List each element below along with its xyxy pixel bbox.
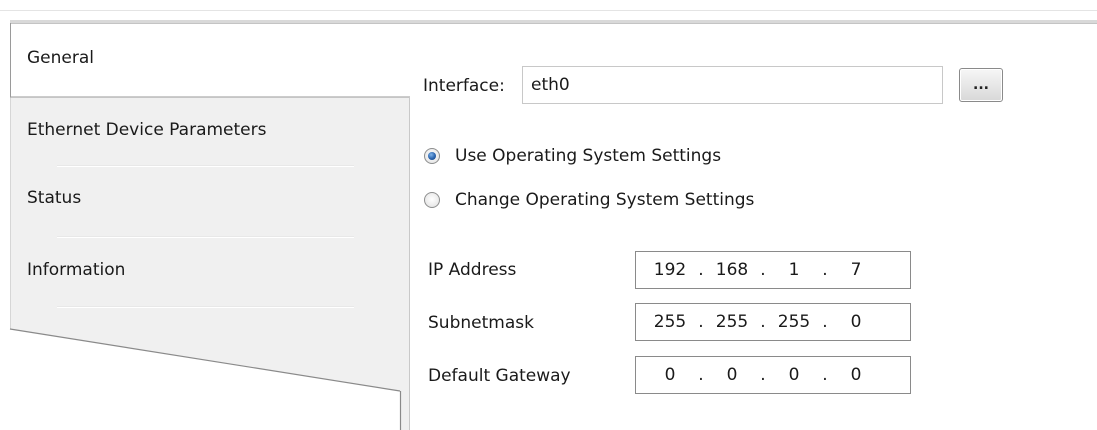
default-gateway-octet-2[interactable]: 0 bbox=[708, 365, 756, 385]
octet-separator: . bbox=[760, 260, 766, 280]
tab-ethernet-device-parameters[interactable]: Ethernet Device Parameters bbox=[27, 115, 266, 145]
subnetmask-label: Subnetmask bbox=[428, 313, 534, 333]
octet-separator: . bbox=[822, 312, 828, 332]
octet-separator: . bbox=[822, 365, 828, 385]
browse-interface-button[interactable]: ... bbox=[959, 68, 1003, 102]
default-gateway-octet-4[interactable]: 0 bbox=[832, 365, 880, 385]
use-os-settings-label: Use Operating System Settings bbox=[455, 146, 722, 166]
subnetmask-octet-2[interactable]: 255 bbox=[708, 312, 756, 332]
octet-separator: . bbox=[760, 365, 766, 385]
tab-status[interactable]: Status bbox=[27, 183, 81, 213]
ip-address-label: IP Address bbox=[428, 260, 517, 280]
default-gateway-input[interactable]: 0 . 0 . 0 . 0 bbox=[635, 356, 911, 394]
octet-separator: . bbox=[760, 312, 766, 332]
radio-button-unselected[interactable] bbox=[424, 192, 440, 208]
change-os-settings-option[interactable]: Change Operating System Settings bbox=[424, 185, 754, 215]
octet-separator: . bbox=[698, 365, 704, 385]
tab-information[interactable]: Information bbox=[27, 255, 125, 285]
radio-button-selected[interactable] bbox=[424, 148, 440, 164]
octet-separator: . bbox=[698, 312, 704, 332]
subnetmask-input[interactable]: 255 . 255 . 255 . 0 bbox=[635, 303, 911, 341]
default-gateway-octet-1[interactable]: 0 bbox=[646, 365, 694, 385]
tab-divider bbox=[57, 306, 354, 308]
default-gateway-octet-3[interactable]: 0 bbox=[770, 365, 818, 385]
use-os-settings-option[interactable]: Use Operating System Settings bbox=[424, 141, 721, 171]
change-os-settings-label: Change Operating System Settings bbox=[455, 190, 755, 210]
interface-label: Interface: bbox=[423, 76, 505, 96]
octet-separator: . bbox=[698, 260, 704, 280]
ip-address-octet-2[interactable]: 168 bbox=[708, 260, 756, 280]
subnetmask-octet-3[interactable]: 255 bbox=[770, 312, 818, 332]
subnetmask-octet-1[interactable]: 255 bbox=[646, 312, 694, 332]
default-gateway-label: Default Gateway bbox=[428, 366, 571, 386]
ip-address-octet-1[interactable]: 192 bbox=[646, 260, 694, 280]
ip-address-input[interactable]: 192 . 168 . 1 . 7 bbox=[635, 251, 911, 289]
subnetmask-octet-4[interactable]: 0 bbox=[832, 312, 880, 332]
ip-address-octet-4[interactable]: 7 bbox=[832, 260, 880, 280]
tab-divider bbox=[57, 165, 354, 167]
octet-separator: . bbox=[822, 260, 828, 280]
tab-panel: General Ethernet Device Parameters Statu… bbox=[0, 0, 410, 430]
tab-divider bbox=[57, 236, 354, 238]
interface-input[interactable]: eth0 bbox=[522, 66, 943, 104]
ip-address-octet-3[interactable]: 1 bbox=[770, 260, 818, 280]
tab-general[interactable]: General bbox=[27, 43, 94, 73]
